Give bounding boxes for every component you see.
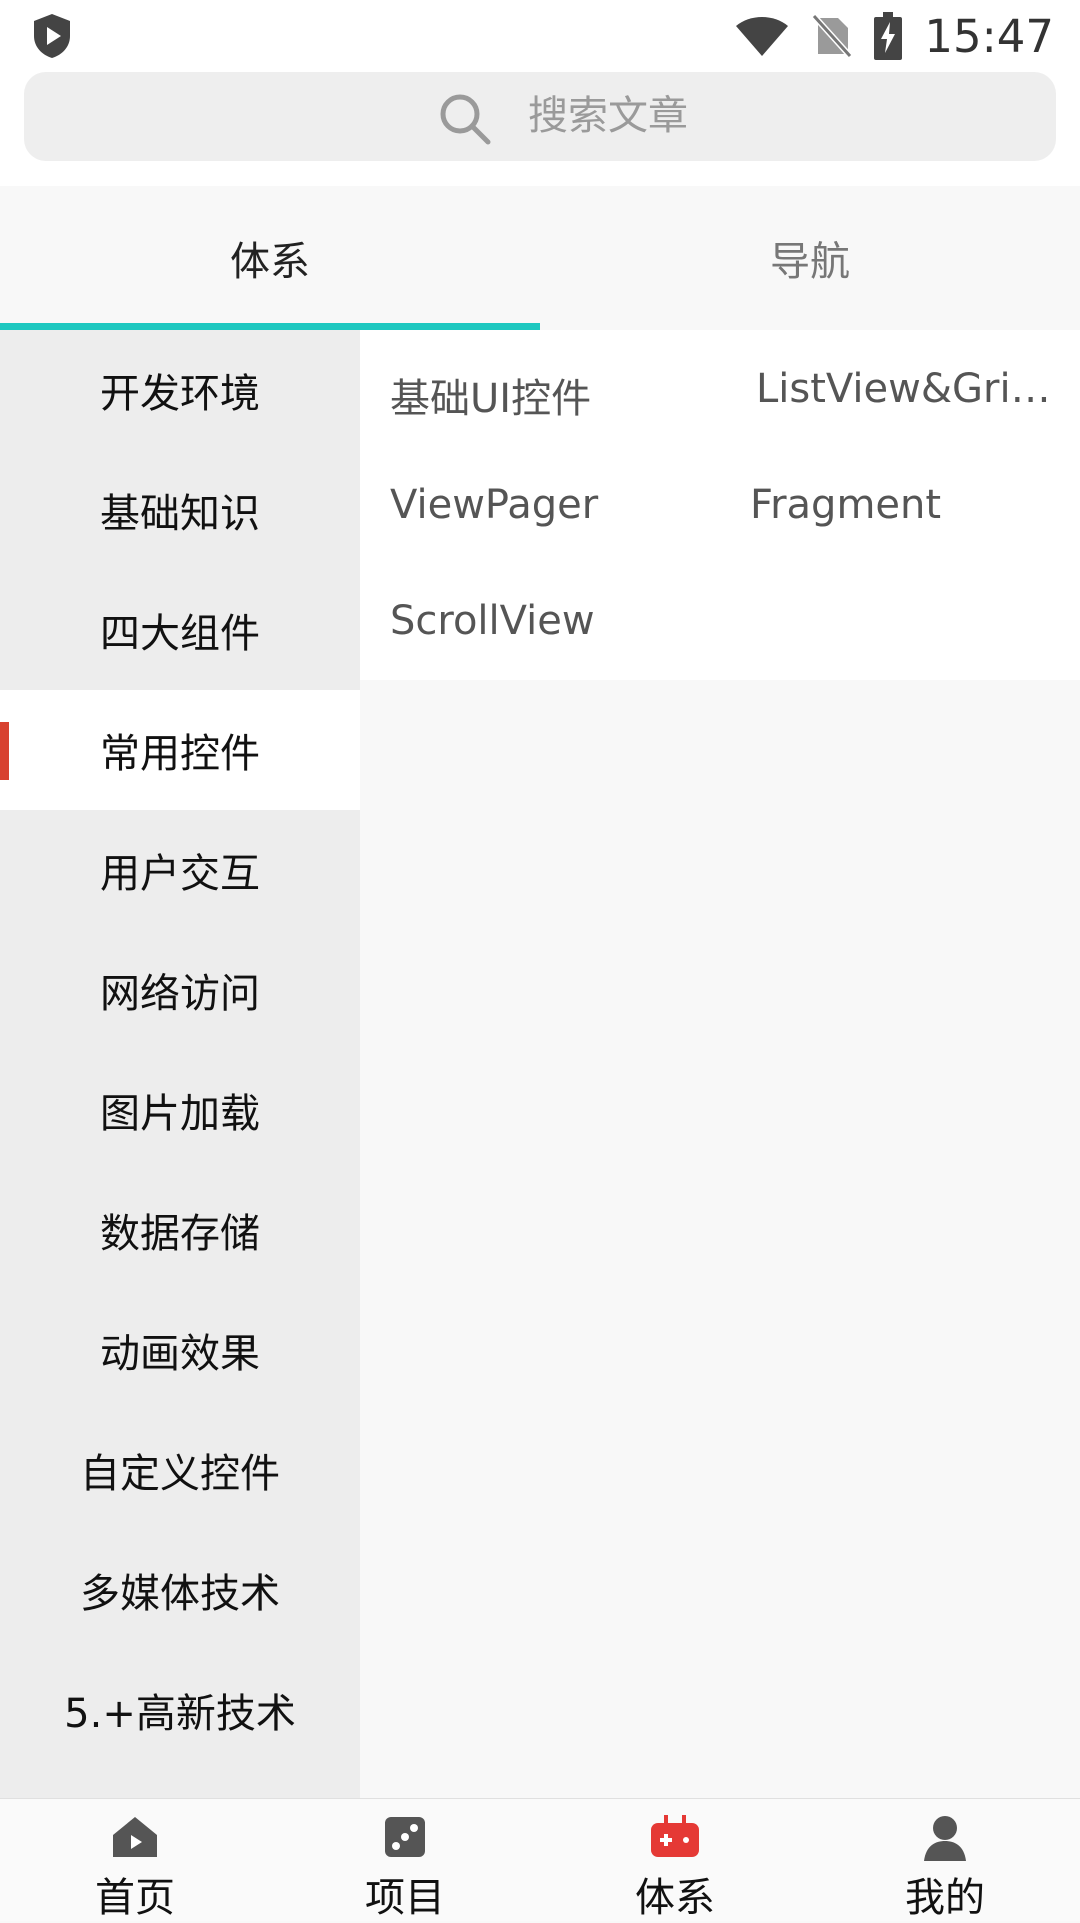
person-icon — [924, 1816, 966, 1861]
nav-home[interactable]: 首页 — [0, 1799, 270, 1921]
nav-me[interactable]: 我的 — [810, 1799, 1080, 1921]
chip-fragment[interactable]: Fragment — [750, 482, 1050, 528]
bottom-navigation: 首页 项目 体系 我的 — [0, 1798, 1080, 1921]
status-bar: 15:47 — [0, 0, 1080, 72]
sidebar-item-multimedia[interactable]: 多媒体技术 — [0, 1530, 360, 1650]
tab-indicator — [0, 323, 540, 330]
nav-label: 我的 — [905, 1875, 985, 1921]
search-input[interactable]: 搜索文章 — [24, 72, 1056, 161]
sidebar-item-user-interaction[interactable]: 用户交互 — [0, 810, 360, 930]
sidebar-item-animation[interactable]: 动画效果 — [0, 1290, 360, 1410]
sidebar-item-storage[interactable]: 数据存储 — [0, 1170, 360, 1290]
gamepad-icon — [651, 1815, 699, 1857]
sidebar-item-dev-env[interactable]: 开发环境 — [0, 330, 360, 450]
shield-play-icon — [34, 14, 70, 58]
tab-system[interactable]: 体系 — [0, 186, 540, 330]
home-icon — [113, 1817, 157, 1857]
chip-viewpager[interactable]: ViewPager — [390, 482, 710, 528]
tab-navigation[interactable]: 导航 — [540, 186, 1080, 330]
chip-listview-gridview[interactable]: ListView&GridView — [756, 366, 1056, 412]
nav-label: 体系 — [635, 1875, 715, 1921]
subcategory-panel: 基础UI控件 ListView&GridView ViewPager Fragm… — [360, 330, 1080, 680]
category-sidebar: 开发环境 基础知识 四大组件 常用控件 用户交互 网络访问 图片加载 数据存储 … — [0, 330, 360, 1798]
chip-basic-ui[interactable]: 基础UI控件 — [390, 366, 710, 424]
status-time: 15:47 — [924, 9, 1054, 63]
chip-scrollview[interactable]: ScrollView — [390, 598, 710, 644]
sidebar-item-common-widgets[interactable]: 常用控件 — [0, 690, 360, 810]
search-icon — [440, 94, 491, 145]
sidebar-item-custom-view[interactable]: 自定义控件 — [0, 1410, 360, 1530]
nav-system[interactable]: 体系 — [540, 1799, 810, 1921]
sidebar-item-four-components[interactable]: 四大组件 — [0, 570, 360, 690]
search-placeholder: 搜索文章 — [528, 93, 688, 139]
nav-projects[interactable]: 项目 — [270, 1799, 540, 1921]
sidebar-item-network[interactable]: 网络访问 — [0, 930, 360, 1050]
sidebar-item-basics[interactable]: 基础知识 — [0, 450, 360, 570]
sidebar-item-label: 常用控件 — [100, 731, 260, 777]
status-icons: 15:47 — [734, 8, 1054, 64]
dice-icon — [385, 1817, 425, 1857]
search-bar: 搜索文章 — [0, 72, 1080, 186]
sidebar-item-new-tech[interactable]: 5.+高新技术 — [0, 1650, 360, 1770]
top-tabs: 体系 导航 — [0, 186, 1080, 330]
sidebar-item-image-loading[interactable]: 图片加载 — [0, 1050, 360, 1170]
nav-label: 项目 — [365, 1875, 445, 1921]
nav-label: 首页 — [95, 1875, 175, 1921]
wifi-icon — [736, 17, 789, 56]
active-marker — [0, 722, 9, 780]
no-sim-icon — [812, 14, 853, 58]
battery-charging-icon — [874, 12, 903, 60]
